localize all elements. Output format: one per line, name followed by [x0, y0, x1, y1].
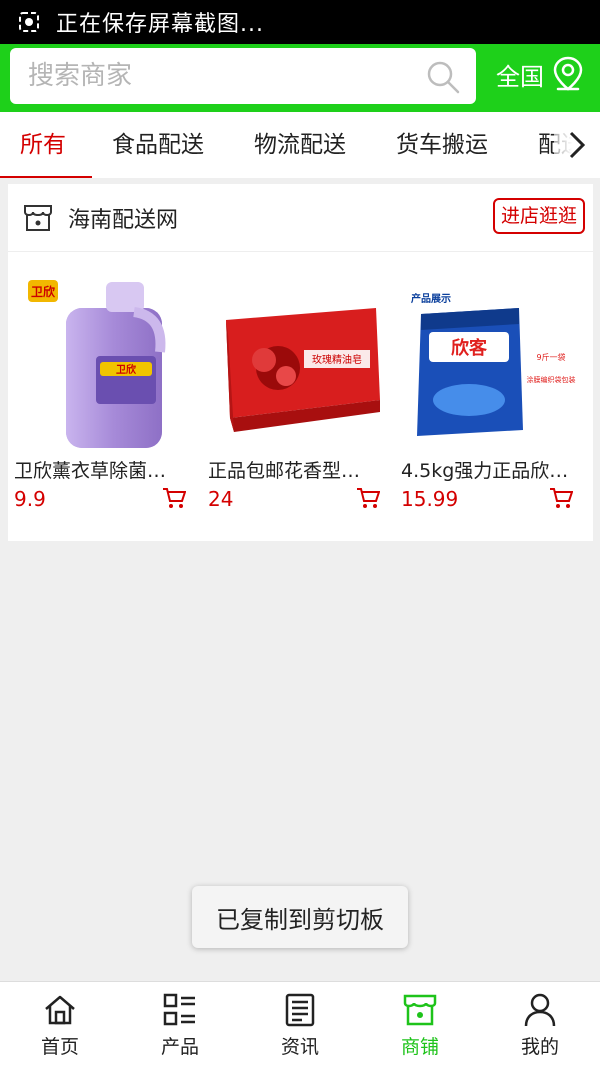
status-bar: 正在保存屏幕截图... — [0, 0, 600, 44]
store-icon — [403, 994, 437, 1026]
search-icon[interactable] — [426, 60, 460, 94]
nav-me[interactable]: 我的 — [480, 982, 600, 1067]
nav-stores[interactable]: 商铺 — [360, 982, 480, 1067]
tab-logistics[interactable]: 物流配送 — [254, 112, 346, 178]
product-image-soap[interactable]: 玫瑰精油皂 — [208, 272, 386, 450]
tabs-scroll-right[interactable] — [554, 112, 600, 178]
copied-toast: 已复制到剪切板 — [192, 886, 408, 948]
store-header[interactable]: 海南配送网 进店逛逛 — [8, 184, 593, 252]
active-tab-indicator — [0, 176, 92, 178]
product-name[interactable]: 卫欣薰衣草除菌柔顺剂 — [14, 456, 184, 483]
store-card: 海南配送网 进店逛逛 卫欣 卫欣 卫欣薰衣草除菌柔顺 9.9 玫瑰精油皂 正品包… — [8, 184, 593, 541]
tab-all[interactable]: 所有 — [20, 112, 66, 178]
product-image-softener[interactable]: 卫欣 卫欣 — [14, 272, 192, 450]
store-icon — [24, 205, 52, 231]
status-text: 正在保存屏幕截图... — [56, 12, 264, 37]
region-label: 全国 — [496, 62, 544, 91]
region-selector[interactable]: 全国 — [496, 56, 584, 92]
bag-weight-text: 9斤一袋 — [536, 352, 565, 362]
product-image-detergent[interactable]: 产品展示 欣客 9斤一袋 涂膜编织袋包装 — [401, 272, 579, 450]
chevron-right-icon — [569, 131, 586, 159]
tab-food-delivery[interactable]: 食品配送 — [112, 112, 204, 178]
nav-home[interactable]: 首页 — [0, 982, 120, 1067]
soap-box-image: 玫瑰精油皂 — [208, 272, 386, 450]
add-to-cart-icon[interactable] — [162, 487, 186, 509]
product-logo-text: 卫欣 — [116, 363, 137, 376]
softener-bottle-image: 卫欣 卫欣 — [14, 272, 192, 450]
add-to-cart-icon[interactable] — [356, 487, 380, 509]
brand-badge-text: 卫欣 — [31, 284, 56, 299]
nav-label: 我的 — [520, 1036, 559, 1058]
product-box-text: 玫瑰精油皂 — [312, 353, 362, 366]
grid-list-icon — [163, 993, 195, 1026]
user-icon — [524, 993, 556, 1027]
home-icon — [45, 995, 75, 1025]
bottom-nav: 首页 产品 资讯 商铺 我的 — [0, 981, 600, 1067]
add-to-cart-icon[interactable] — [549, 487, 573, 509]
tab-label: 食品配送 — [112, 132, 204, 158]
news-icon — [285, 993, 315, 1027]
product-name[interactable]: 4.5kg强力正品欣客洗衣粉 — [401, 456, 571, 483]
product-item[interactable]: 卫欣 卫欣 卫欣薰衣草除菌柔顺剂 9.9 — [14, 272, 192, 511]
image-caption: 产品展示 — [411, 292, 451, 305]
search-box[interactable] — [10, 48, 476, 104]
product-item[interactable]: 产品展示 欣客 9斤一袋 涂膜编织袋包装 4.5kg强力正品欣客洗衣粉 15.9… — [401, 272, 579, 511]
tab-label: 货车搬运 — [396, 132, 488, 158]
category-tabs: 所有 食品配送 物流配送 货车搬运 配送 — [0, 112, 600, 178]
bag-brand-text: 欣客 — [451, 337, 488, 359]
product-name[interactable]: 正品包邮花香型玫瑰精油皂 — [208, 456, 378, 483]
location-pin-icon — [553, 56, 583, 91]
tab-label: 物流配送 — [254, 132, 346, 158]
header: 全国 — [0, 44, 600, 112]
screenshot-icon — [19, 12, 39, 32]
nav-products[interactable]: 产品 — [120, 982, 240, 1067]
bag-package-text: 涂膜编织袋包装 — [527, 375, 576, 384]
tab-truck-moving[interactable]: 货车搬运 — [396, 112, 488, 178]
product-item[interactable]: 玫瑰精油皂 正品包邮花香型玫瑰精油皂 24 — [208, 272, 386, 511]
nav-label: 商铺 — [400, 1036, 439, 1058]
detergent-bag-image: 产品展示 欣客 9斤一袋 涂膜编织袋包装 — [401, 272, 579, 450]
search-input[interactable] — [28, 61, 418, 91]
nav-news[interactable]: 资讯 — [240, 982, 360, 1067]
nav-label: 资讯 — [280, 1036, 319, 1058]
nav-label: 首页 — [40, 1036, 79, 1058]
tab-label: 所有 — [20, 132, 66, 158]
visit-store-button[interactable]: 进店逛逛 — [492, 198, 585, 234]
nav-label: 产品 — [160, 1036, 199, 1058]
store-name: 海南配送网 — [68, 208, 179, 233]
